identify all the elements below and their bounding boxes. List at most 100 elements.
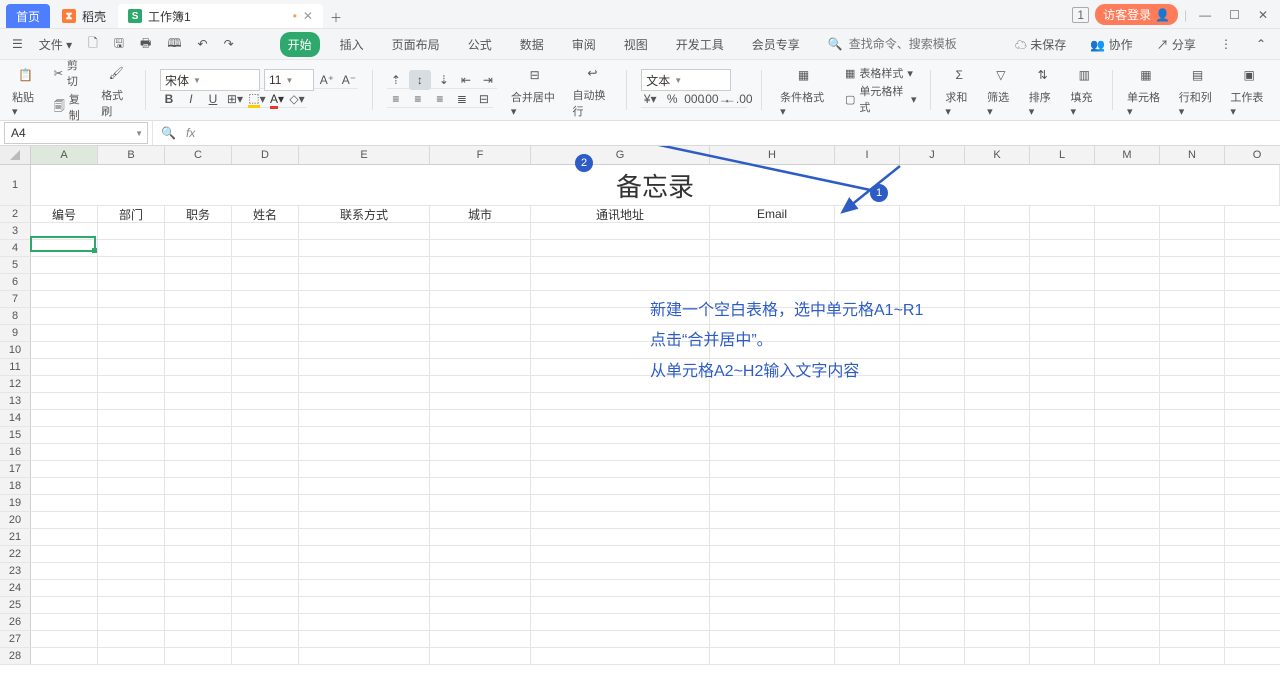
cell-F12[interactable]	[430, 376, 531, 392]
cell-A22[interactable]	[31, 546, 98, 562]
cell-L23[interactable]	[1030, 563, 1095, 579]
cell-B21[interactable]	[98, 529, 165, 545]
sort-button[interactable]: ⇅排序 ▾	[1025, 63, 1061, 118]
redo-icon[interactable]: ↷	[218, 35, 240, 53]
cell-C18[interactable]	[165, 478, 232, 494]
cell-I3[interactable]	[835, 223, 900, 239]
cell-A16[interactable]	[31, 444, 98, 460]
cell-F13[interactable]	[430, 393, 531, 409]
cell-K11[interactable]	[965, 359, 1030, 375]
row-header-24[interactable]: 24	[0, 580, 31, 596]
cell-F4[interactable]	[430, 240, 531, 256]
col-header-B[interactable]: B	[98, 146, 165, 164]
cell-C15[interactable]	[165, 427, 232, 443]
cell-N4[interactable]	[1160, 240, 1225, 256]
name-box[interactable]: A4▼	[4, 122, 148, 144]
cell-G3[interactable]	[531, 223, 710, 239]
cell-D21[interactable]	[232, 529, 299, 545]
cell-N14[interactable]	[1160, 410, 1225, 426]
cell-D7[interactable]	[232, 291, 299, 307]
cell-L11[interactable]	[1030, 359, 1095, 375]
cell-C16[interactable]	[165, 444, 232, 460]
cell-N8[interactable]	[1160, 308, 1225, 324]
cell-J3[interactable]	[900, 223, 965, 239]
cell-D15[interactable]	[232, 427, 299, 443]
share-button[interactable]: ↗ 分享	[1151, 34, 1202, 55]
coop-button[interactable]: 👥 协作	[1084, 34, 1138, 55]
cell-C17[interactable]	[165, 461, 232, 477]
font-name-select[interactable]: 宋体▼	[160, 69, 260, 91]
cell-B24[interactable]	[98, 580, 165, 596]
cell-D20[interactable]	[232, 512, 299, 528]
cell-A3[interactable]	[31, 223, 98, 239]
conditional-format-button[interactable]: ▦ 条件格式 ▾	[776, 63, 831, 118]
cell-N19[interactable]	[1160, 495, 1225, 511]
cell-M17[interactable]	[1095, 461, 1160, 477]
cell-E23[interactable]	[299, 563, 430, 579]
cell-H18[interactable]	[710, 478, 835, 494]
cell-H25[interactable]	[710, 597, 835, 613]
cell-H14[interactable]	[710, 410, 835, 426]
cell-B14[interactable]	[98, 410, 165, 426]
indent-decrease-icon[interactable]: ⇤	[457, 71, 475, 89]
filter-button[interactable]: ▽筛选 ▾	[983, 63, 1019, 118]
cell-F19[interactable]	[430, 495, 531, 511]
cell-F7[interactable]	[430, 291, 531, 307]
cell-I14[interactable]	[835, 410, 900, 426]
cell-B8[interactable]	[98, 308, 165, 324]
cell-D3[interactable]	[232, 223, 299, 239]
cell-J23[interactable]	[900, 563, 965, 579]
cell-I11[interactable]	[835, 359, 900, 375]
cell-C24[interactable]	[165, 580, 232, 596]
cell-J25[interactable]	[900, 597, 965, 613]
cell-C22[interactable]	[165, 546, 232, 562]
cell-D6[interactable]	[232, 274, 299, 290]
cell-O14[interactable]	[1225, 410, 1280, 426]
row-header-22[interactable]: 22	[0, 546, 31, 562]
cell-A4[interactable]	[31, 240, 98, 256]
app-menu-icon[interactable]: ☰	[6, 35, 29, 53]
cell-G8[interactable]	[531, 308, 710, 324]
cell-D9[interactable]	[232, 325, 299, 341]
cell-O4[interactable]	[1225, 240, 1280, 256]
cell-C21[interactable]	[165, 529, 232, 545]
cell-A11[interactable]	[31, 359, 98, 375]
cell-D10[interactable]	[232, 342, 299, 358]
cell-M16[interactable]	[1095, 444, 1160, 460]
cell-J8[interactable]	[900, 308, 965, 324]
ribbon-tab-page-layout[interactable]: 页面布局	[384, 32, 448, 57]
cell-J26[interactable]	[900, 614, 965, 630]
cell-D2[interactable]: 姓名	[232, 206, 299, 222]
cell-L13[interactable]	[1030, 393, 1095, 409]
cell-L18[interactable]	[1030, 478, 1095, 494]
row-header-20[interactable]: 20	[0, 512, 31, 528]
cell-G18[interactable]	[531, 478, 710, 494]
cell-H12[interactable]	[710, 376, 835, 392]
cell-B10[interactable]	[98, 342, 165, 358]
cell-B13[interactable]	[98, 393, 165, 409]
cell-H15[interactable]	[710, 427, 835, 443]
cell-C7[interactable]	[165, 291, 232, 307]
cell-L10[interactable]	[1030, 342, 1095, 358]
cell-L8[interactable]	[1030, 308, 1095, 324]
cell-C8[interactable]	[165, 308, 232, 324]
cell-K15[interactable]	[965, 427, 1030, 443]
window-maximize[interactable]: ☐	[1223, 6, 1246, 24]
cell-G7[interactable]	[531, 291, 710, 307]
cell-L19[interactable]	[1030, 495, 1095, 511]
col-header-F[interactable]: F	[430, 146, 531, 164]
col-header-C[interactable]: C	[165, 146, 232, 164]
copy-button[interactable]: 🗐 复制	[54, 91, 88, 123]
cell-E10[interactable]	[299, 342, 430, 358]
row-header-11[interactable]: 11	[0, 359, 31, 375]
decrease-font-icon[interactable]: A⁻	[340, 71, 358, 89]
cell-M10[interactable]	[1095, 342, 1160, 358]
row-header-5[interactable]: 5	[0, 257, 31, 273]
cell-B23[interactable]	[98, 563, 165, 579]
cell-G12[interactable]	[531, 376, 710, 392]
cell-O12[interactable]	[1225, 376, 1280, 392]
paste-button[interactable]: 📋 粘贴 ▾	[8, 63, 44, 118]
cell-I21[interactable]	[835, 529, 900, 545]
clear-format-button[interactable]: ◇▾	[288, 90, 306, 108]
cell-D24[interactable]	[232, 580, 299, 596]
